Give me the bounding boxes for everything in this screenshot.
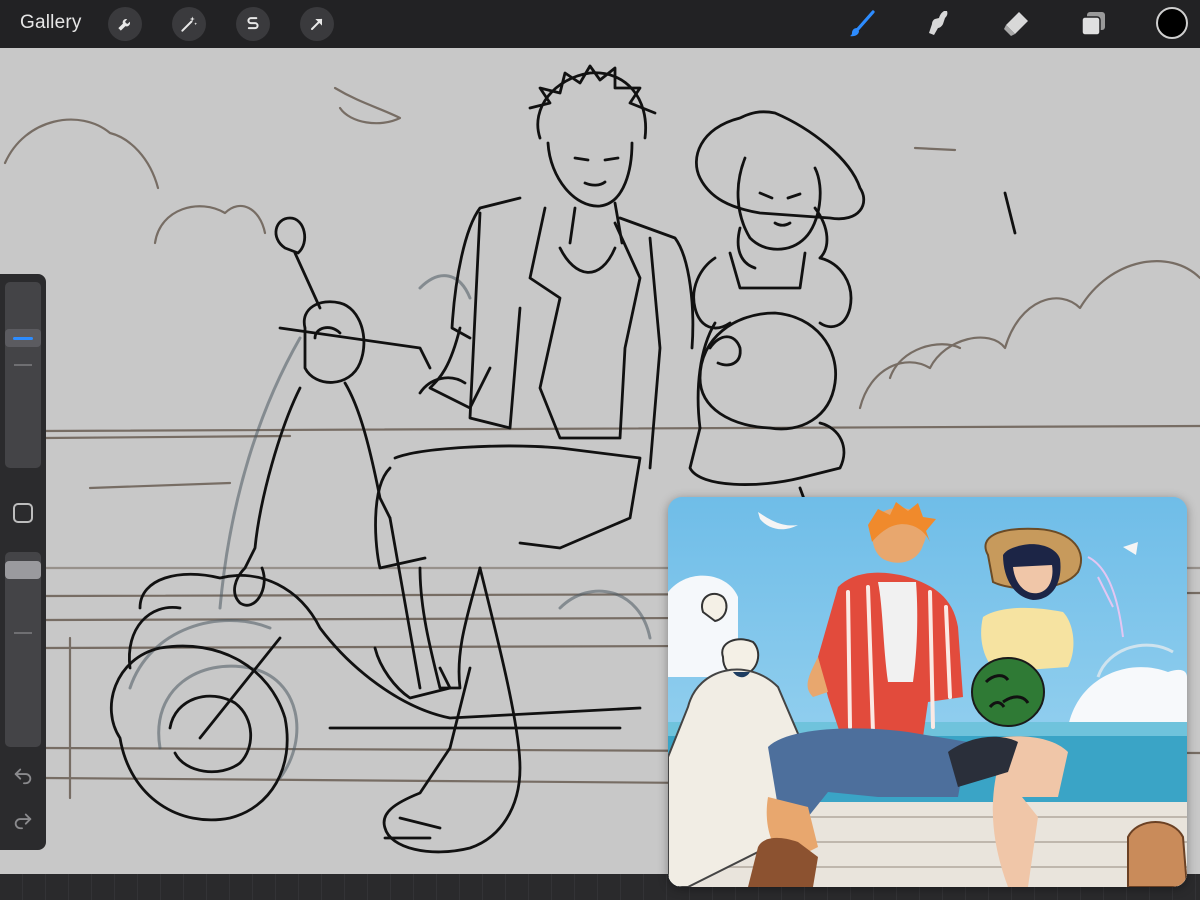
eraser-tool[interactable] xyxy=(998,6,1034,42)
modify-button[interactable] xyxy=(13,503,33,523)
selection-button[interactable] xyxy=(236,7,270,41)
opacity-slider[interactable] xyxy=(5,552,41,747)
brush-size-thumb[interactable] xyxy=(5,329,41,347)
undo-icon[interactable] xyxy=(12,764,34,786)
layers-tool[interactable] xyxy=(1076,6,1112,42)
smudge-tool[interactable] xyxy=(920,6,956,42)
redo-icon[interactable] xyxy=(12,809,34,831)
actions-button[interactable] xyxy=(108,7,142,41)
transform-button[interactable] xyxy=(300,7,334,41)
selection-s-icon xyxy=(247,17,259,30)
slider-tick xyxy=(14,632,32,634)
arrow-cursor-icon xyxy=(311,18,323,30)
brush-tool[interactable] xyxy=(844,6,880,42)
reference-painting xyxy=(668,497,1187,887)
smudge-icon xyxy=(929,11,948,35)
magic-wand-icon xyxy=(181,16,198,32)
brush-size-slider[interactable] xyxy=(5,282,41,468)
reference-image-window[interactable] xyxy=(668,497,1187,887)
layers-icon xyxy=(1081,12,1105,36)
opacity-thumb[interactable] xyxy=(5,561,41,579)
brush-icon xyxy=(850,10,875,37)
wrench-icon xyxy=(118,19,130,31)
eraser-icon xyxy=(1004,12,1028,36)
color-picker-button[interactable] xyxy=(1156,7,1188,39)
top-toolbar: Gallery xyxy=(0,0,1200,48)
adjustments-button[interactable] xyxy=(172,7,206,41)
slider-tick xyxy=(14,364,32,366)
gallery-button[interactable]: Gallery xyxy=(20,12,82,34)
left-sidebar xyxy=(0,274,46,850)
